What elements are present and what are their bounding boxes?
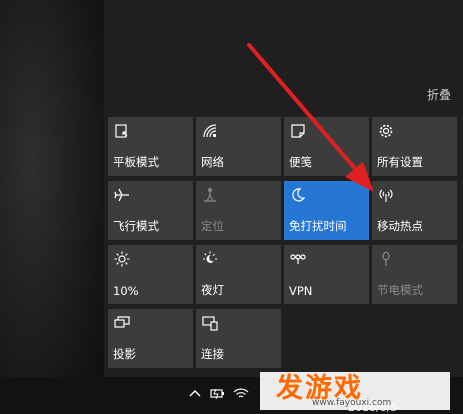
tile-label: 移动热点 <box>377 219 423 233</box>
project-icon <box>114 316 130 328</box>
tile-label: 投影 <box>113 347 136 361</box>
tile-airplane-mode[interactable]: 飞行模式 <box>108 181 193 240</box>
tile-tablet-mode[interactable]: 平板模式 <box>108 117 193 176</box>
vpn-icon <box>290 254 306 264</box>
note-icon <box>291 124 305 138</box>
tile-label: 网络 <box>201 155 224 169</box>
network-icon <box>203 124 217 138</box>
night-light-icon <box>203 251 217 263</box>
tile-mobile-hotspot[interactable]: 移动热点 <box>372 181 457 240</box>
tile-label: 飞行模式 <box>113 219 159 233</box>
tile-connect[interactable]: 连接 <box>196 309 281 368</box>
airplane-icon <box>114 188 129 202</box>
tile-label: 便笺 <box>289 155 312 169</box>
chevron-up-icon[interactable] <box>187 385 203 401</box>
desktop-background <box>0 0 104 414</box>
tile-label: 连接 <box>201 347 224 361</box>
tile-vpn[interactable]: VPN <box>284 245 369 304</box>
tile-location[interactable]: 定位 <box>196 181 281 240</box>
tile-battery-saver[interactable]: 节电模式 <box>372 245 457 304</box>
tile-label: 夜灯 <box>201 283 224 297</box>
collapse-link[interactable]: 折叠 <box>427 86 451 103</box>
tile-label: VPN <box>289 284 313 298</box>
battery-icon[interactable] <box>210 385 226 401</box>
tile-label: 10% <box>113 284 139 298</box>
hotspot-icon <box>379 189 393 202</box>
tile-label: 所有设置 <box>377 155 423 169</box>
tile-network[interactable]: 网络 <box>196 117 281 176</box>
connect-icon <box>202 316 218 331</box>
watermark-url: www.fayouxi.com <box>312 398 392 408</box>
tile-label: 节电模式 <box>377 283 423 297</box>
tablet-mode-icon <box>115 124 128 138</box>
tile-note[interactable]: 便笺 <box>284 117 369 176</box>
tile-project[interactable]: 投影 <box>108 309 193 368</box>
tile-quiet-hours[interactable]: 免打扰时间 <box>284 181 369 240</box>
gear-icon <box>379 124 393 138</box>
location-icon <box>204 187 216 202</box>
brightness-icon <box>114 251 130 267</box>
tile-label: 平板模式 <box>113 155 159 169</box>
battery-saver-icon <box>382 251 390 266</box>
tile-night-light[interactable]: 夜灯 <box>196 245 281 304</box>
tile-all-settings[interactable]: 所有设置 <box>372 117 457 176</box>
tile-brightness[interactable]: 10% <box>108 245 193 304</box>
tile-label: 定位 <box>201 219 224 233</box>
wifi-icon[interactable] <box>233 385 249 401</box>
moon-icon <box>292 188 306 202</box>
tile-label: 免打扰时间 <box>289 219 347 233</box>
